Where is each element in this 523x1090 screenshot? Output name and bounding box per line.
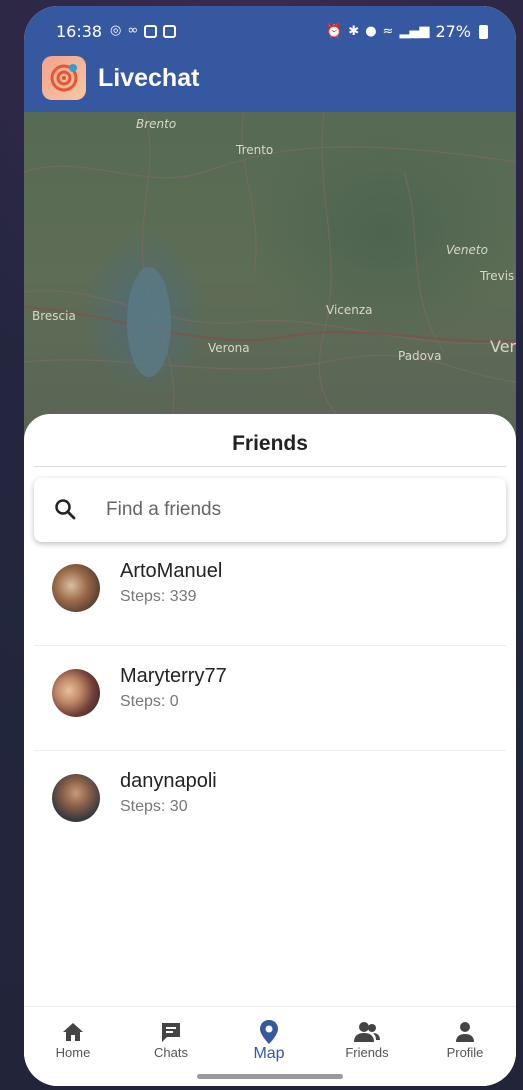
battery-icon xyxy=(479,24,488,39)
map-label: Verona xyxy=(208,341,250,355)
friend-item[interactable]: Maryterry77 Steps: 0 xyxy=(34,647,506,751)
bluetooth-icon: ✱ xyxy=(348,23,360,39)
friends-icon xyxy=(322,1019,412,1045)
search-field[interactable]: Find a friends xyxy=(34,478,506,542)
map-label: Vicenza xyxy=(326,303,373,317)
nav-friends[interactable]: Friends xyxy=(322,1019,412,1060)
nav-home[interactable]: Home xyxy=(28,1019,118,1060)
status-bar: 16:38 ◎ ∞ ⏰ ✱ ● ≈ ▂▄▆ 27% xyxy=(24,6,516,56)
gallery-icon xyxy=(163,24,177,38)
map-label: Brento xyxy=(136,117,176,131)
map-label: Padova xyxy=(398,349,441,363)
avatar xyxy=(52,564,100,612)
map-pin-icon xyxy=(224,1019,314,1045)
friend-name: danynapoli xyxy=(120,770,217,792)
map-label: Ver xyxy=(490,337,516,356)
profile-icon xyxy=(420,1019,510,1045)
friend-name: Maryterry77 xyxy=(120,665,227,687)
signal-icon: ▂▄▆ xyxy=(399,23,430,39)
search-icon xyxy=(54,498,76,525)
app-title: Livechat xyxy=(98,64,200,92)
phone-screen: 16:38 ◎ ∞ ⏰ ✱ ● ≈ ▂▄▆ 27% Livechat Brent… xyxy=(24,6,516,1086)
divider xyxy=(34,466,506,467)
friend-steps: Steps: 30 xyxy=(120,798,188,815)
friend-name: ArtoManuel xyxy=(120,560,223,582)
friend-steps: Steps: 0 xyxy=(120,693,179,710)
map-label: Trevis xyxy=(479,269,514,283)
wifi-icon: ≈ xyxy=(382,23,394,39)
alarm-icon: ⏰ xyxy=(326,23,343,39)
nav-label: Home xyxy=(55,1045,91,1060)
nav-chats[interactable]: Chats xyxy=(126,1019,216,1060)
map-label: Trento xyxy=(235,143,273,157)
friend-steps: Steps: 339 xyxy=(120,588,197,605)
nav-label: Map xyxy=(253,1045,285,1062)
voicemail-icon: ∞ xyxy=(127,23,139,38)
search-input[interactable]: Find a friends xyxy=(106,499,221,521)
sheet-title: Friends xyxy=(232,432,308,455)
friends-sheet: Friends Find a friends ArtoManuel Steps:… xyxy=(24,414,516,1086)
home-indicator[interactable] xyxy=(197,1074,343,1079)
app-bar: 16:38 ◎ ∞ ⏰ ✱ ● ≈ ▂▄▆ 27% Livechat xyxy=(24,6,516,112)
location-icon: ● xyxy=(365,23,377,39)
home-icon xyxy=(28,1019,118,1045)
notification-icon xyxy=(144,24,158,38)
app-logo xyxy=(42,56,86,100)
chat-icon xyxy=(126,1019,216,1045)
friend-item[interactable]: ArtoManuel Steps: 339 xyxy=(34,542,506,646)
map-label: Brescia xyxy=(32,309,76,323)
map-view[interactable]: Brento Trento Brescia Verona Vicenza Ven… xyxy=(24,112,516,442)
nav-label: Profile xyxy=(446,1045,484,1060)
nav-profile[interactable]: Profile xyxy=(420,1019,510,1060)
avatar xyxy=(52,669,100,717)
instagram-icon: ◎ xyxy=(110,23,122,38)
avatar xyxy=(52,774,100,822)
nav-map[interactable]: Map xyxy=(224,1019,314,1063)
nav-label: Chats xyxy=(154,1045,188,1060)
battery-percent: 27% xyxy=(435,22,471,41)
nav-label: Friends xyxy=(345,1045,389,1060)
status-time: 16:38 xyxy=(56,22,103,41)
friend-item[interactable]: danynapoli Steps: 30 xyxy=(34,752,506,856)
map-label: Veneto xyxy=(446,243,488,257)
